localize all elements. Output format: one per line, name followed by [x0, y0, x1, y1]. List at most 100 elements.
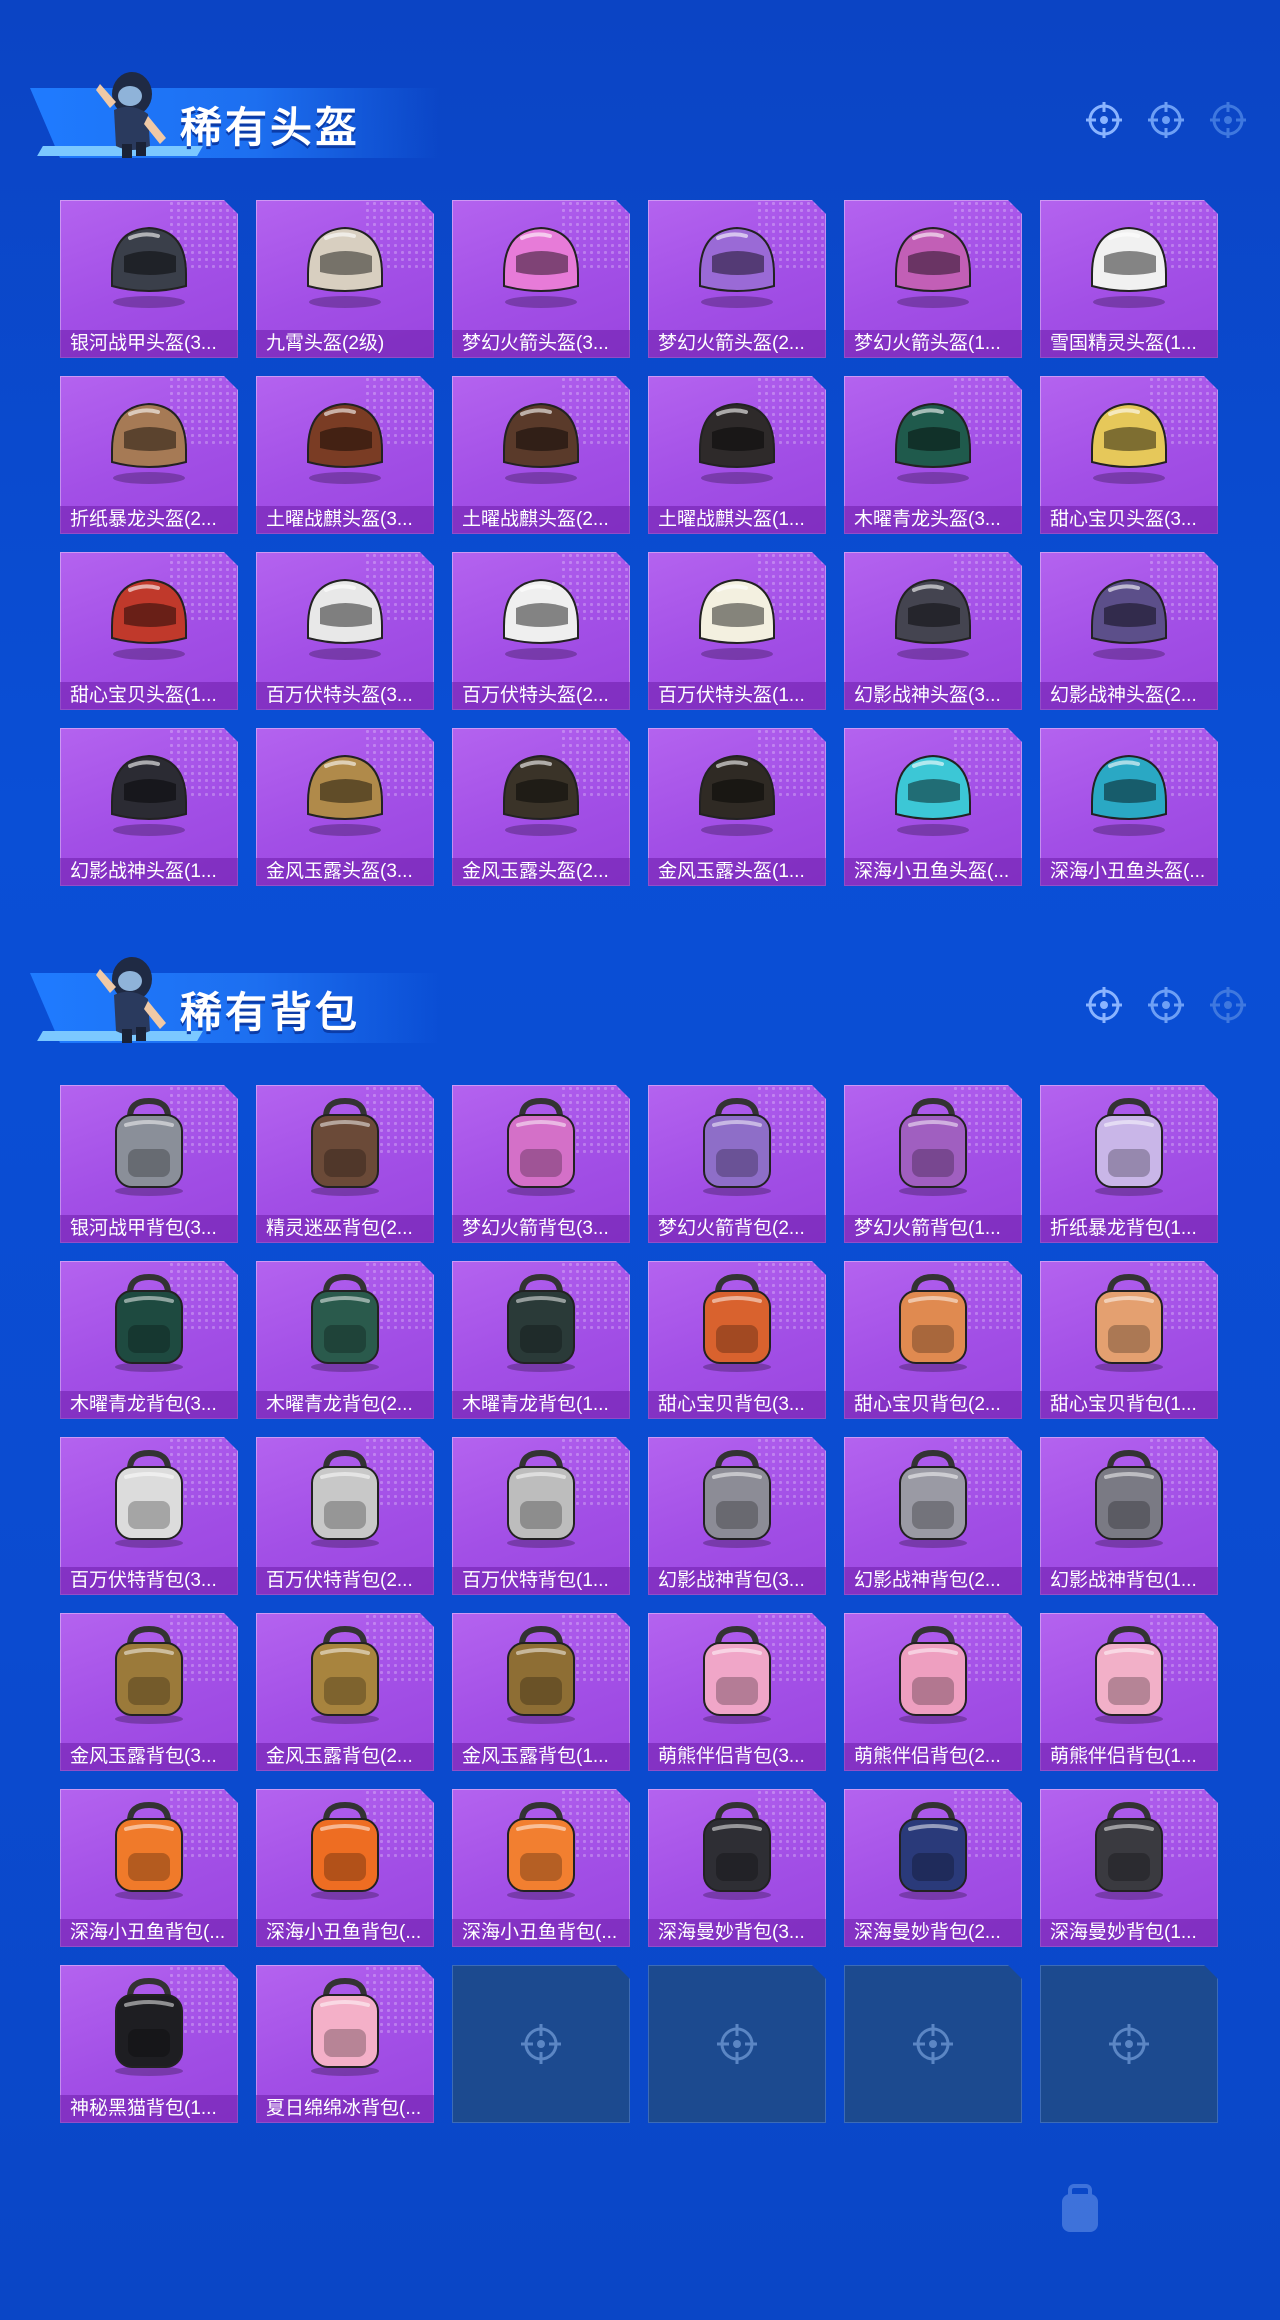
helmet-item-card[interactable]: 银河战甲头盔(3...	[60, 200, 238, 358]
backpack-item-card[interactable]: 精灵迷巫背包(2...	[256, 1085, 434, 1243]
helmet-item-card[interactable]: 土曜战麒头盔(1...	[648, 376, 826, 534]
helmet-item-card[interactable]: 木曜青龙头盔(3...	[844, 376, 1022, 534]
helmet-item-card[interactable]: 土曜战麒头盔(2...	[452, 376, 630, 534]
item-label: 金风玉露头盔(3...	[256, 858, 434, 886]
helmet-icon	[486, 564, 596, 664]
helmet-item-card[interactable]: 梦幻火箭头盔(2...	[648, 200, 826, 358]
backpack-item-card[interactable]: 木曜青龙背包(1...	[452, 1261, 630, 1419]
helmet-item-card[interactable]: 雪国精灵头盔(1...	[1040, 200, 1218, 358]
backpack-item-card[interactable]: 萌熊伴侣背包(1...	[1040, 1613, 1218, 1771]
helmet-item-card[interactable]: 九霄头盔(2级)	[256, 200, 434, 358]
backpack-item-card[interactable]: 甜心宝贝背包(3...	[648, 1261, 826, 1419]
backpack-item-card[interactable]: 百万伏特背包(2...	[256, 1437, 434, 1595]
backpack-item-card[interactable]: 萌熊伴侣背包(2...	[844, 1613, 1022, 1771]
backpack-item-card[interactable]: 深海小丑鱼背包(...	[60, 1789, 238, 1947]
backpack-item-card[interactable]: 甜心宝贝背包(2...	[844, 1261, 1022, 1419]
helmet-item-card[interactable]: 金风玉露头盔(2...	[452, 728, 630, 886]
backpack-icon	[94, 1273, 204, 1373]
helmet-item-card[interactable]: 梦幻火箭头盔(3...	[452, 200, 630, 358]
backpack-item-card[interactable]: 幻影战神背包(1...	[1040, 1437, 1218, 1595]
backpack-item-card[interactable]: 甜心宝贝背包(1...	[1040, 1261, 1218, 1419]
helmet-item-card[interactable]: 幻影战神头盔(3...	[844, 552, 1022, 710]
backpack-icon	[290, 1273, 400, 1373]
helmet-section: 稀有头盔 银河战甲头盔(3... 九霄头盔(2级) 梦幻火箭头盔(3... 梦幻…	[0, 50, 1280, 170]
item-label: 幻影战神背包(1...	[1040, 1567, 1218, 1595]
backpack-item-card[interactable]: 木曜青龙背包(2...	[256, 1261, 434, 1419]
backpack-item-card[interactable]: 百万伏特背包(1...	[452, 1437, 630, 1595]
item-label: 土曜战麒头盔(2...	[452, 506, 630, 534]
backpack-icon	[94, 1625, 204, 1725]
item-label: 木曜青龙背包(2...	[256, 1391, 434, 1419]
item-label: 幻影战神背包(3...	[648, 1567, 826, 1595]
item-label: 土曜战麒头盔(3...	[256, 506, 434, 534]
helmet-icon	[290, 564, 400, 664]
item-label: 金风玉露背包(1...	[452, 1743, 630, 1771]
backpack-item-card[interactable]: 幻影战神背包(3...	[648, 1437, 826, 1595]
backpack-item-card[interactable]: 梦幻火箭背包(1...	[844, 1085, 1022, 1243]
backpack-icon	[94, 1977, 204, 2077]
backpack-item-card[interactable]: 深海曼妙背包(3...	[648, 1789, 826, 1947]
item-label: 百万伏特背包(3...	[60, 1567, 238, 1595]
backpack-item-card[interactable]: 银河战甲背包(3...	[60, 1085, 238, 1243]
helmet-item-card[interactable]: 深海小丑鱼头盔(...	[844, 728, 1022, 886]
helmet-item-card[interactable]: 梦幻火箭头盔(1...	[844, 200, 1022, 358]
item-label: 深海小丑鱼背包(...	[452, 1919, 630, 1947]
backpack-item-card[interactable]: 神秘黑猫背包(1...	[60, 1965, 238, 2123]
item-label: 折纸暴龙头盔(2...	[60, 506, 238, 534]
item-label: 梦幻火箭头盔(2...	[648, 330, 826, 358]
helmet-item-card[interactable]: 金风玉露头盔(3...	[256, 728, 434, 886]
helmet-icon	[94, 564, 204, 664]
backpack-item-card[interactable]: 折纸暴龙背包(1...	[1040, 1085, 1218, 1243]
backpack-icon	[682, 1097, 792, 1197]
backpack-item-card[interactable]: 萌熊伴侣背包(3...	[648, 1613, 826, 1771]
backpack-icon	[486, 1449, 596, 1549]
backpack-icon	[486, 1625, 596, 1725]
backpack-item-card[interactable]: 梦幻火箭背包(2...	[648, 1085, 826, 1243]
backpack-item-card[interactable]: 金风玉露背包(1...	[452, 1613, 630, 1771]
helmet-item-card[interactable]: 甜心宝贝头盔(1...	[60, 552, 238, 710]
empty-slot-target-icon	[910, 2021, 956, 2067]
helmet-item-card[interactable]: 土曜战麒头盔(3...	[256, 376, 434, 534]
backpack-item-card[interactable]: 金风玉露背包(3...	[60, 1613, 238, 1771]
helmet-item-card[interactable]: 百万伏特头盔(1...	[648, 552, 826, 710]
helmet-icon	[682, 564, 792, 664]
deco-target-icons	[1084, 985, 1248, 1025]
backpack-item-card[interactable]: 夏日绵绵冰背包(...	[256, 1965, 434, 2123]
empty-slot-target-icon	[518, 2021, 564, 2067]
backpack-item-card[interactable]: 深海小丑鱼背包(...	[256, 1789, 434, 1947]
target-icon	[1086, 102, 1122, 138]
backpack-item-card[interactable]: 幻影战神背包(2...	[844, 1437, 1022, 1595]
item-label: 深海曼妙背包(3...	[648, 1919, 826, 1947]
item-label: 梦幻火箭头盔(3...	[452, 330, 630, 358]
item-label: 雪国精灵头盔(1...	[1040, 330, 1218, 358]
backpack-item-card[interactable]: 深海曼妙背包(1...	[1040, 1789, 1218, 1947]
backpack-item-card[interactable]: 百万伏特背包(3...	[60, 1437, 238, 1595]
empty-slot-target-icon	[714, 2021, 760, 2067]
backpack-item-card[interactable]: 深海小丑鱼背包(...	[452, 1789, 630, 1947]
backpack-icon	[94, 1097, 204, 1197]
helmet-icon	[1074, 740, 1184, 840]
item-label: 木曜青龙背包(1...	[452, 1391, 630, 1419]
item-label: 甜心宝贝背包(1...	[1040, 1391, 1218, 1419]
backpack-item-card[interactable]: 深海曼妙背包(2...	[844, 1789, 1022, 1947]
helmet-item-card[interactable]: 幻影战神头盔(1...	[60, 728, 238, 886]
backpack-section-header: 稀有背包	[0, 935, 1280, 1055]
backpack-icon	[94, 1801, 204, 1901]
item-label: 梦幻火箭背包(1...	[844, 1215, 1022, 1243]
helmet-item-card[interactable]: 折纸暴龙头盔(2...	[60, 376, 238, 534]
helmet-icon	[486, 212, 596, 312]
helmet-item-card[interactable]: 幻影战神头盔(2...	[1040, 552, 1218, 710]
helmet-item-card[interactable]: 甜心宝贝头盔(3...	[1040, 376, 1218, 534]
helmet-item-card[interactable]: 深海小丑鱼头盔(...	[1040, 728, 1218, 886]
helmet-item-card[interactable]: 百万伏特头盔(2...	[452, 552, 630, 710]
helmet-icon	[682, 388, 792, 488]
helmet-item-card[interactable]: 百万伏特头盔(3...	[256, 552, 434, 710]
helmet-item-card[interactable]: 金风玉露头盔(1...	[648, 728, 826, 886]
item-label: 萌熊伴侣背包(1...	[1040, 1743, 1218, 1771]
item-label: 木曜青龙背包(3...	[60, 1391, 238, 1419]
item-label: 梦幻火箭头盔(1...	[844, 330, 1022, 358]
item-label: 深海小丑鱼头盔(...	[844, 858, 1022, 886]
backpack-item-card[interactable]: 木曜青龙背包(3...	[60, 1261, 238, 1419]
backpack-item-card[interactable]: 梦幻火箭背包(3...	[452, 1085, 630, 1243]
backpack-item-card[interactable]: 金风玉露背包(2...	[256, 1613, 434, 1771]
